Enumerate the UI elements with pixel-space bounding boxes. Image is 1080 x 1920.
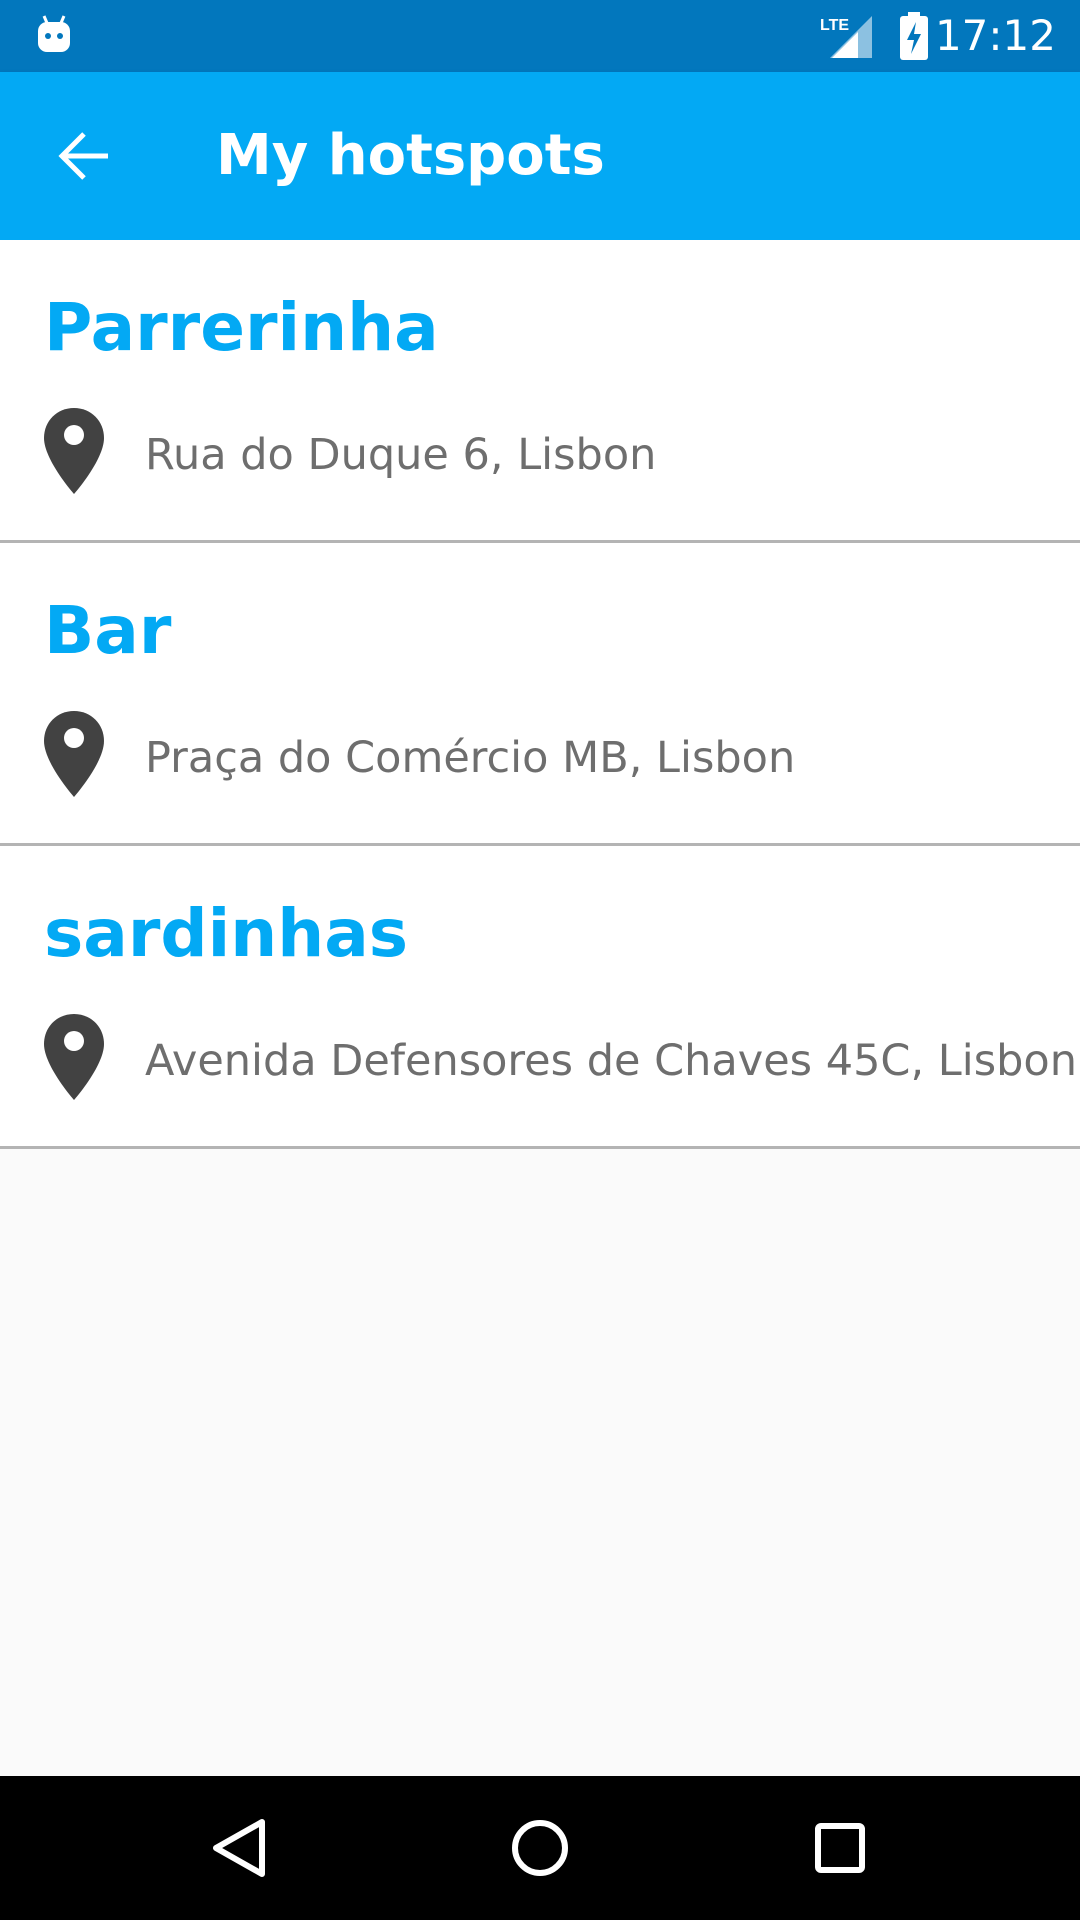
location-pin-icon bbox=[44, 711, 104, 797]
lte-label: LTE bbox=[820, 17, 849, 34]
location-pin-icon bbox=[44, 1014, 104, 1100]
back-triangle-icon[interactable] bbox=[200, 1808, 280, 1888]
recents-square-icon[interactable] bbox=[800, 1808, 880, 1888]
status-time: 17:12 bbox=[934, 11, 1056, 60]
status-bar: LTE 17:12 bbox=[0, 0, 1080, 72]
hotspot-item[interactable]: sardinhas Avenida Defensores de Chaves 4… bbox=[0, 846, 1080, 1149]
hotspot-address: Avenida Defensores de Chaves 45C, Lisbon bbox=[145, 1036, 1077, 1086]
arrow-back-icon[interactable] bbox=[56, 126, 116, 186]
location-pin-icon bbox=[44, 408, 104, 494]
hotspot-item[interactable]: Parrerinha Rua do Duque 6, Lisbon bbox=[0, 240, 1080, 543]
hotspot-address: Praça do Comércio MB, Lisbon bbox=[145, 733, 796, 783]
system-nav-bar bbox=[0, 1776, 1080, 1920]
lte-signal-icon: LTE bbox=[820, 16, 872, 58]
home-circle-icon[interactable] bbox=[500, 1808, 580, 1888]
android-robot-icon bbox=[38, 15, 70, 52]
hotspot-name: Bar bbox=[44, 592, 172, 669]
hotspot-list: Parrerinha Rua do Duque 6, Lisbon Bar Pr… bbox=[0, 240, 1080, 1149]
hotspot-name: sardinhas bbox=[44, 895, 409, 972]
hotspot-item[interactable]: Bar Praça do Comércio MB, Lisbon bbox=[0, 543, 1080, 846]
hotspot-address: Rua do Duque 6, Lisbon bbox=[145, 430, 657, 480]
battery-charging-icon bbox=[900, 12, 928, 60]
app-bar: My hotspots bbox=[0, 72, 1080, 240]
page-title: My hotspots bbox=[216, 123, 605, 188]
hotspot-name: Parrerinha bbox=[44, 289, 439, 366]
